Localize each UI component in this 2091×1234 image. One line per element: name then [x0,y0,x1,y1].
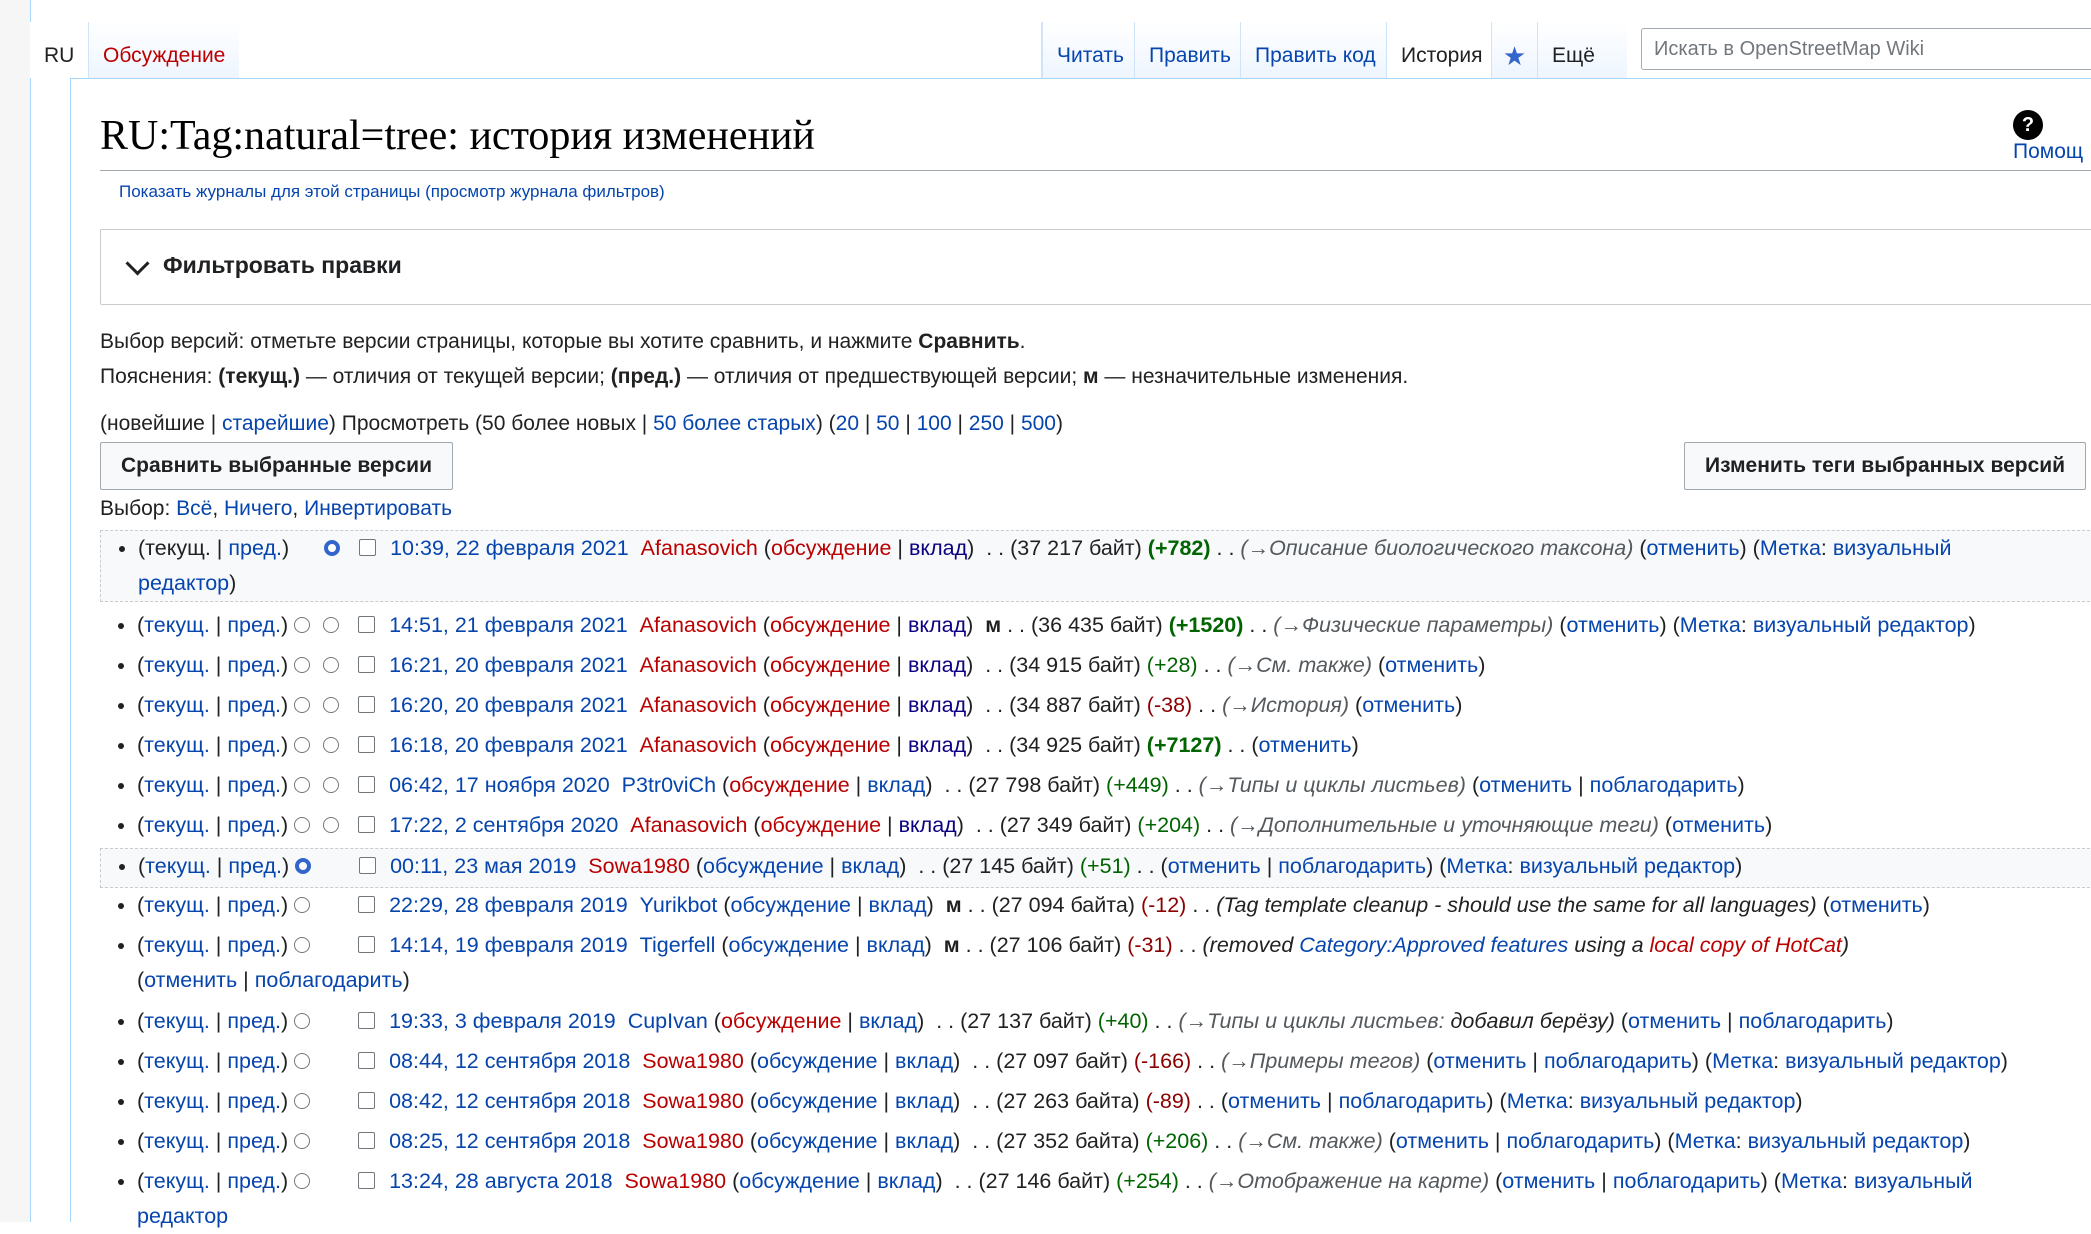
revision-row: (текущ. | пред.) 06:42, 17 ноября 2020 P… [100,768,2091,808]
search-input[interactable]: Искать в OpenStreetMap Wiki [1641,28,2091,70]
watch-star-button[interactable]: ★ [1491,22,1537,78]
older-link[interactable]: 50 более старых [653,412,816,435]
help-icon: ? [2013,110,2043,140]
revision-date-link[interactable]: 10:39, 22 февраля 2021 [390,536,629,560]
tab-edit-source[interactable]: Править код [1240,22,1390,78]
limit-50[interactable]: 50 [876,412,899,435]
revision-row: (текущ. | пред.) 19:33, 3 февраля 2019 C… [100,1004,2091,1044]
revision-row: (текущ. | пред.) 14:14, 19 февраля 2019 … [100,928,2091,1004]
revision-row: (текущ. | пред.) 08:44, 12 сентября 2018… [100,1044,2091,1084]
select-invert-link[interactable]: Инвертировать [304,497,452,520]
revision-checkbox[interactable] [359,539,376,556]
more-menu[interactable]: Ещё [1537,22,1627,78]
tab-edit[interactable]: Править [1134,22,1245,78]
legend-line-2: Пояснения: (текущ.) — отличия от текущей… [100,365,1408,389]
limit-20[interactable]: 20 [836,412,859,435]
tab-ru-page[interactable]: RU [30,22,88,78]
revision-row: (текущ. | пред.) 13:24, 28 августа 2018 … [100,1164,2091,1234]
select-all-link[interactable]: Всё [176,497,212,520]
limit-100[interactable]: 100 [917,412,952,435]
revision-row: (текущ. | пред.) 16:21, 20 февраля 2021 … [100,648,2091,688]
user-link[interactable]: Afanasovich [641,536,758,560]
revision-row: (текущ. | пред.) 16:18, 20 февраля 2021 … [100,728,2091,768]
revision-row: (текущ. | пред.) 17:22, 2 сентября 2020 … [100,808,2091,848]
page-title: RU:Tag:natural=tree: история изменений [100,108,815,164]
revision-row: (текущ. | пред.) 08:42, 12 сентября 2018… [100,1084,2091,1124]
older-radio[interactable] [295,858,311,874]
revision-row: (текущ. | пред.) 00:11, 23 мая 2019 Sowa… [100,848,2091,888]
page: RU Обсуждение Читать Править Править код… [30,0,2091,1222]
revision-row: (текущ. | пред.) 22:29, 28 февраля 2019 … [100,888,2091,928]
tab-bar: RU Обсуждение Читать Править Править код… [30,0,2091,78]
tab-read[interactable]: Читать [1042,22,1138,78]
help-link[interactable]: ?Помощ [2013,110,2091,164]
revision-row: (текущ. | пред.) 16:20, 20 февраля 2021 … [100,688,2091,728]
left-sidebar [0,0,31,1222]
limit-500[interactable]: 500 [1021,412,1056,435]
newer-radio[interactable] [324,540,340,556]
view-logs-link[interactable]: Показать журналы для этой страницы (прос… [119,182,665,202]
select-none-link[interactable]: Ничего [224,497,292,520]
limit-250[interactable]: 250 [969,412,1004,435]
title-divider [100,170,2091,171]
change-tags-button[interactable]: Изменить теги выбранных версий [1684,442,2086,490]
selection-controls: Выбор: Всё, Ничего, Инвертировать [100,497,452,521]
legend-line-1: Выбор версий: отметьте версии страницы, … [100,330,1026,354]
revision-row: (текущ. | пред.) 08:25, 12 сентября 2018… [100,1124,2091,1164]
tab-history[interactable]: История [1386,22,1496,78]
chevron-down-icon [125,251,149,275]
history-navigation: (новейшие | старейшие) Просмотреть (50 б… [100,412,1063,436]
revision-row: (текущ. | пред.) 14:51, 21 февраля 2021 … [100,608,2091,648]
filter-revisions-panel[interactable]: Фильтровать правки [100,229,2091,305]
tab-talk[interactable]: Обсуждение [88,22,239,78]
revision-list: (текущ. | пред.) 10:39, 22 февраля 2021 … [100,530,2091,1234]
compare-revisions-button[interactable]: Сравнить выбранные версии [100,442,453,490]
star-icon: ★ [1503,28,1526,84]
oldest-link[interactable]: старейшие [222,412,329,435]
revision-row: (текущ. | пред.) 10:39, 22 февраля 2021 … [100,530,2091,602]
